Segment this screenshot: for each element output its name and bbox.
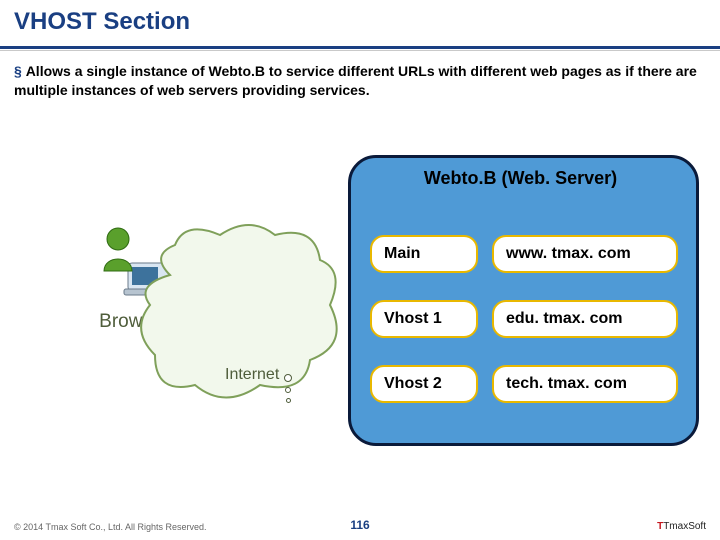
page-number: 116 xyxy=(0,518,720,532)
vhost-row-right: tech. tmax. com xyxy=(492,365,678,403)
title-rule-thick xyxy=(0,46,720,49)
connection-dots-icon xyxy=(284,370,292,408)
vhost-row-left: Main xyxy=(370,235,478,273)
server-box-title: Webto.B (Web. Server) xyxy=(348,168,693,189)
slide-title: VHOST Section xyxy=(14,8,190,36)
brand-logo-text: TmaxSoft xyxy=(663,521,706,532)
vhost-row-left: Vhost 1 xyxy=(370,300,478,338)
description-text: Allows a single instance of Webto.B to s… xyxy=(14,63,697,98)
title-rule-thin xyxy=(0,50,720,51)
bullet-icon: § xyxy=(14,63,22,79)
vhost-row-right: www. tmax. com xyxy=(492,235,678,273)
internet-label: Internet xyxy=(225,366,279,384)
description: § Allows a single instance of Webto.B to… xyxy=(14,62,706,100)
brand-logo: TTmaxSoft xyxy=(657,521,706,532)
vhost-row-right: edu. tmax. com xyxy=(492,300,678,338)
vhost-row-left: Vhost 2 xyxy=(370,365,478,403)
